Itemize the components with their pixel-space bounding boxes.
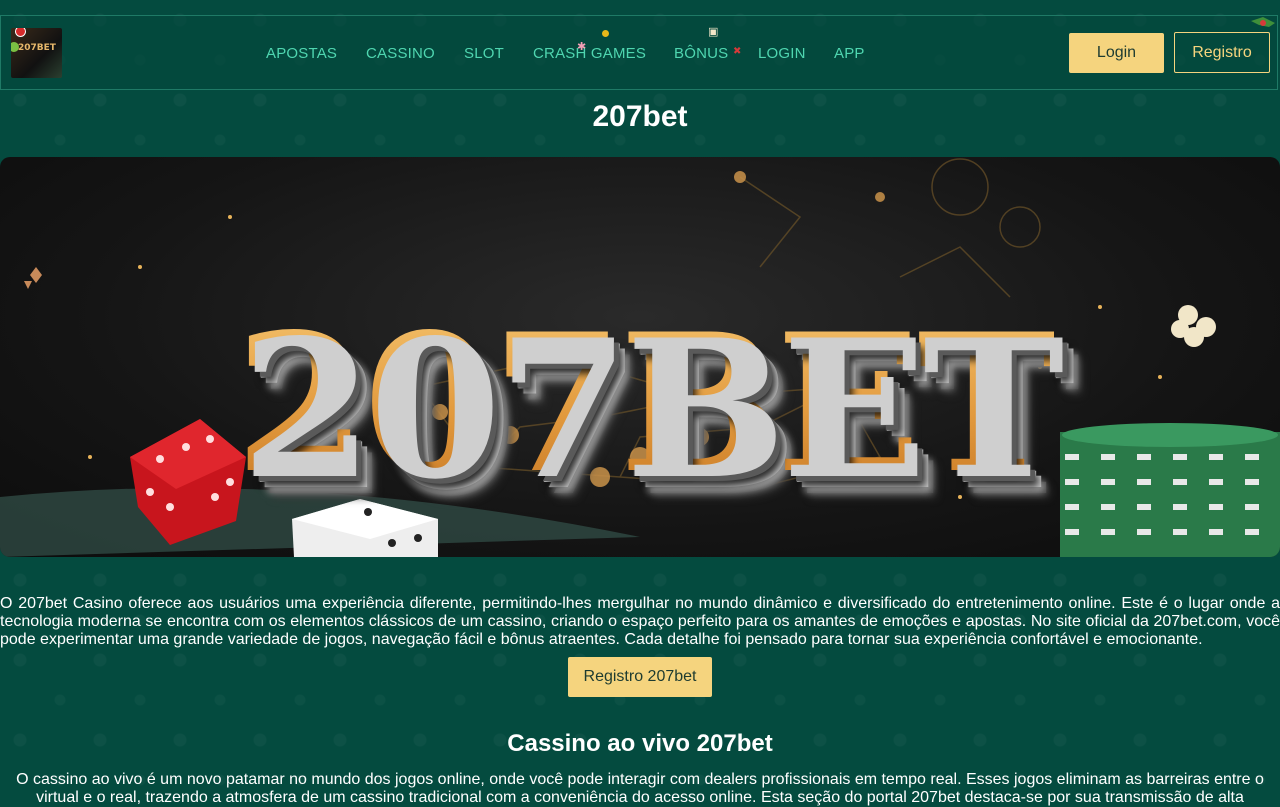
- section-title-live-casino: Cassino ao vivo 207bet: [507, 730, 773, 757]
- nav-item-bonus[interactable]: BÔNUS: [674, 45, 728, 62]
- register-button[interactable]: Registro: [1174, 32, 1270, 73]
- page-title: 207bet: [592, 100, 688, 133]
- banner-logo-text: 207BET: [235, 292, 1058, 515]
- intro-paragraph: O 207bet Casino oferece aos usuários uma…: [0, 595, 1280, 648]
- register-cta-button[interactable]: Registro 207bet: [568, 657, 712, 697]
- holly-icon: [1251, 17, 1275, 27]
- hero-banner: 207BET: [0, 157, 1280, 557]
- login-button[interactable]: Login: [1069, 33, 1164, 73]
- site-header: 207BET APOSTAS CASSINO SLOT CRASH GAMES …: [0, 15, 1278, 90]
- live-casino-paragraph: O cassino ao vivo é um novo patamar no m…: [16, 771, 1264, 806]
- nav-item-login[interactable]: LOGIN: [758, 45, 806, 62]
- nav-item-slot[interactable]: SLOT: [464, 45, 504, 62]
- nav-item-cassino[interactable]: CASSINO: [366, 45, 435, 62]
- snowflake-icon: ✱: [577, 41, 587, 53]
- gift-icon: ▣: [708, 26, 719, 38]
- bow-icon: ✖: [733, 46, 742, 57]
- clover-icon: [1171, 305, 1216, 347]
- nav-item-apostas[interactable]: APOSTAS: [266, 45, 337, 62]
- nav-item-app[interactable]: APP: [834, 45, 865, 62]
- casino-chips-icon: [1060, 423, 1280, 557]
- nav-item-crash-games[interactable]: CRASH GAMES: [533, 45, 646, 62]
- ornament-icon: [602, 30, 609, 37]
